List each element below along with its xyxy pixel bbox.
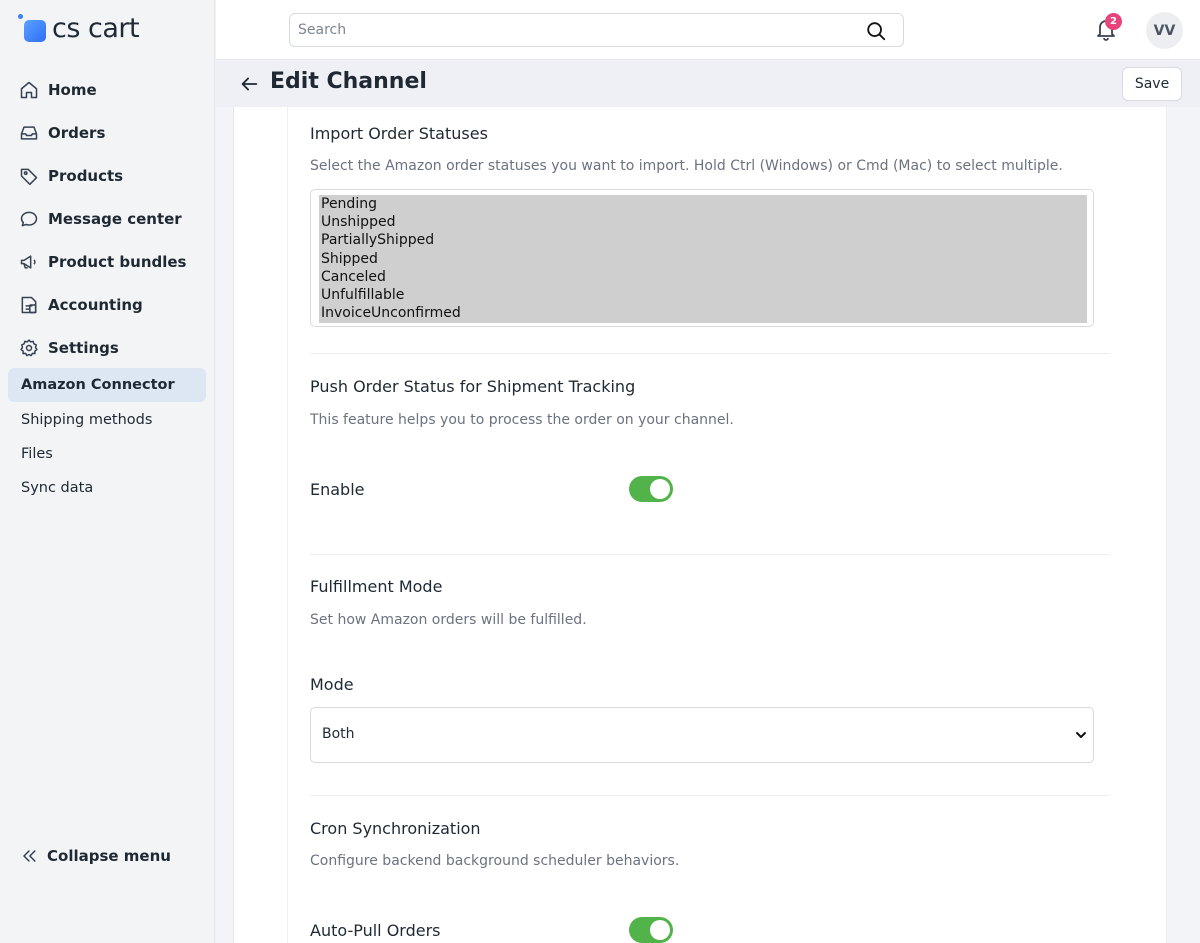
collapse-menu-button[interactable]: Collapse menu xyxy=(18,844,171,868)
logo-icon xyxy=(18,14,46,42)
sidebar-item-label: Message center xyxy=(48,210,182,228)
mode-label: Mode xyxy=(310,675,354,694)
sidebar-item-label: Accounting xyxy=(48,296,143,314)
sidebar-item-home[interactable]: Home xyxy=(18,78,97,102)
sidebar-subitem-amazon-connector[interactable]: Amazon Connector xyxy=(8,368,206,402)
brand-name: cs cart xyxy=(52,12,140,44)
section-divider xyxy=(310,353,1110,354)
sidebar-item-products[interactable]: Products xyxy=(18,164,123,188)
sidebar-subitem-sync-data[interactable]: Sync data xyxy=(8,471,206,505)
sidebar-item-message-center[interactable]: Message center xyxy=(18,207,182,231)
section-divider xyxy=(310,554,1110,555)
sidebar-subitem-label: Files xyxy=(21,446,53,462)
status-option[interactable]: Unshipped xyxy=(319,213,1087,231)
sidebar-item-label: Home xyxy=(48,81,97,99)
notification-badge: 2 xyxy=(1105,13,1122,30)
sidebar-subitem-shipping-methods[interactable]: Shipping methods xyxy=(8,403,206,437)
sidebar-item-label: Settings xyxy=(48,339,119,357)
sidebar-item-label: Orders xyxy=(48,124,106,142)
sidebar-item-orders[interactable]: Orders xyxy=(18,121,105,145)
search-input[interactable] xyxy=(298,14,858,46)
chevron-down-icon xyxy=(1076,732,1086,738)
sidebar-item-product-bundles[interactable]: Product bundles xyxy=(18,250,186,274)
home-icon xyxy=(18,79,40,101)
import-statuses-desc: Select the Amazon order statuses you wan… xyxy=(310,158,1063,174)
order-status-multiselect[interactable]: Pending Unshipped PartiallyShipped Shipp… xyxy=(310,189,1094,327)
toggle-knob xyxy=(650,920,670,940)
top-bar: 2 VV xyxy=(216,0,1200,60)
push-status-title: Push Order Status for Shipment Tracking xyxy=(310,377,636,396)
document-icon xyxy=(18,294,40,316)
fulfillment-mode-title: Fulfillment Mode xyxy=(310,577,443,596)
avatar[interactable]: VV xyxy=(1146,12,1183,49)
search-icon[interactable] xyxy=(865,20,887,42)
tag-icon xyxy=(18,165,40,187)
status-option[interactable]: Canceled xyxy=(319,268,1087,286)
mode-select-value: Both xyxy=(322,726,355,742)
status-option[interactable]: PartiallyShipped xyxy=(319,231,1087,249)
section-divider xyxy=(310,795,1110,796)
fulfillment-mode-desc: Set how Amazon orders will be fulfilled. xyxy=(310,612,587,628)
search-box xyxy=(289,13,904,47)
sidebar-subitem-files[interactable]: Files xyxy=(8,437,206,471)
double-chevron-left-icon xyxy=(18,845,40,867)
multiselect-options: Pending Unshipped PartiallyShipped Shipp… xyxy=(319,195,1087,323)
gear-icon xyxy=(18,337,40,359)
status-option[interactable]: Unfulfillable xyxy=(319,286,1087,304)
enable-toggle[interactable] xyxy=(629,476,673,502)
collapse-menu-label: Collapse menu xyxy=(47,847,171,865)
sidebar-item-accounting[interactable]: Accounting xyxy=(18,293,143,317)
sidebar-item-settings[interactable]: Settings xyxy=(18,336,119,360)
sidebar-item-label: Product bundles xyxy=(48,253,187,271)
sidebar: cs cart Home Orders Products Message cen… xyxy=(0,0,215,943)
page-header: Edit Channel Save xyxy=(216,61,1200,107)
cron-sync-title: Cron Synchronization xyxy=(310,819,481,838)
push-status-desc: This feature helps you to process the or… xyxy=(310,412,734,428)
status-option[interactable]: InvoiceUnconfirmed xyxy=(319,304,1087,322)
auto-pull-label: Auto-Pull Orders xyxy=(310,921,441,940)
status-option[interactable]: Shipped xyxy=(319,250,1087,268)
sidebar-subitem-label: Amazon Connector xyxy=(21,377,175,393)
sidebar-subitem-label: Shipping methods xyxy=(21,412,153,428)
mode-select[interactable]: Both xyxy=(310,707,1094,763)
status-option[interactable]: Pending xyxy=(319,195,1087,213)
inbox-icon xyxy=(18,122,40,144)
import-statuses-title: Import Order Statuses xyxy=(310,124,488,143)
sidebar-item-label: Products xyxy=(48,167,124,185)
save-button[interactable]: Save xyxy=(1122,67,1182,101)
content-area: Import Order Statuses Select the Amazon … xyxy=(233,107,1200,943)
cron-sync-desc: Configure backend background scheduler b… xyxy=(310,853,680,869)
enable-label: Enable xyxy=(310,480,365,499)
toggle-knob xyxy=(650,479,670,499)
arrow-left-icon[interactable] xyxy=(238,73,260,95)
chat-icon xyxy=(18,208,40,230)
settings-card: Import Order Statuses Select the Amazon … xyxy=(287,107,1167,943)
megaphone-icon xyxy=(18,251,40,273)
auto-pull-toggle[interactable] xyxy=(629,917,673,943)
sidebar-subitem-label: Sync data xyxy=(21,480,94,496)
page-title: Edit Channel xyxy=(270,69,427,94)
content-panel: Import Order Statuses Select the Amazon … xyxy=(233,107,1167,943)
brand-logo[interactable]: cs cart xyxy=(18,12,140,44)
